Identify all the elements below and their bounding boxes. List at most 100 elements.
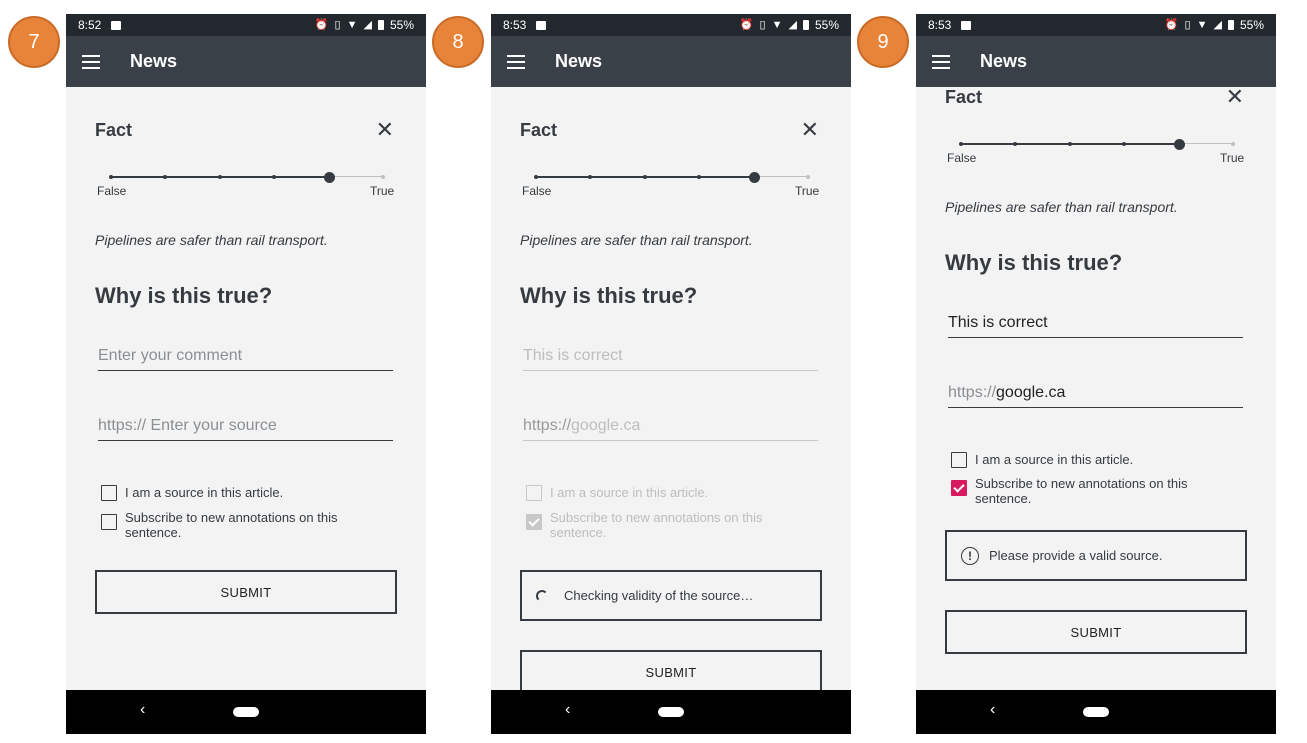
fact-statement: Pipelines are safer than rail transport.: [945, 199, 1178, 215]
source-checkbox[interactable]: [101, 485, 117, 501]
comment-value: This is correct: [523, 347, 623, 364]
source-checkbox-label: I am a source in this article.: [125, 485, 284, 500]
step-badge-8: 8: [432, 16, 484, 68]
slider-tick: [697, 175, 701, 179]
comment-input[interactable]: This is correct: [948, 312, 1243, 338]
alert-icon: !: [961, 546, 979, 565]
submit-button[interactable]: SUBMIT: [95, 570, 397, 614]
source-input[interactable]: https://google.ca: [948, 382, 1243, 408]
comment-input[interactable]: Enter your comment: [98, 345, 393, 371]
alarm-icon: ⏰: [314, 18, 329, 31]
truth-slider[interactable]: [534, 171, 810, 183]
home-icon[interactable]: [1083, 707, 1109, 717]
question-heading: Why is this true?: [95, 283, 273, 308]
truth-slider[interactable]: [109, 171, 385, 183]
source-checkbox-row[interactable]: I am a source in this article.: [951, 452, 1211, 468]
app-title: News: [980, 51, 1028, 71]
source-placeholder: Enter your source: [146, 417, 277, 434]
app-title: News: [555, 51, 603, 71]
back-icon[interactable]: ‹: [990, 701, 995, 719]
menu-icon[interactable]: [932, 54, 950, 69]
app-bar: News: [491, 36, 851, 87]
truth-slider[interactable]: [959, 138, 1235, 150]
battery-icon: [802, 20, 809, 30]
fact-panel: Fact ✕ False True Pipelines are safer th…: [916, 87, 1276, 690]
battery-icon: [1227, 20, 1234, 30]
home-icon[interactable]: [233, 707, 259, 717]
status-time: 8:52: [78, 18, 102, 32]
subscribe-checkbox-row[interactable]: Subscribe to new annotations on this sen…: [526, 510, 786, 540]
close-icon[interactable]: ✕: [1226, 87, 1244, 108]
submit-button[interactable]: SUBMIT: [945, 610, 1247, 654]
source-checkbox-row[interactable]: I am a source in this article.: [526, 485, 786, 501]
source-prefix: https://: [948, 384, 997, 401]
loading-spinner-icon: [536, 589, 548, 602]
slider-tick: [1122, 142, 1126, 146]
source-checkbox-row[interactable]: I am a source in this article.: [101, 485, 361, 501]
slider-tick: [272, 175, 276, 179]
battery-percent: 55%: [814, 18, 839, 32]
source-checkbox[interactable]: [526, 485, 542, 501]
app-title: News: [130, 51, 178, 71]
home-icon[interactable]: [658, 707, 684, 717]
step-badge-7: 7: [8, 16, 60, 68]
fact-statement: Pipelines are safer than rail transport.: [520, 232, 753, 248]
slider-min-label: False: [97, 184, 127, 198]
status-time: 8:53: [503, 18, 527, 32]
step-badge-9: 9: [857, 16, 909, 68]
alarm-icon: ⏰: [739, 18, 754, 31]
close-icon[interactable]: ✕: [376, 119, 394, 141]
wifi-icon: ▼: [771, 18, 783, 31]
comment-input[interactable]: This is correct: [523, 345, 818, 371]
phone-screen-7: 8:52 ⏰ ▯ ▼ ◢ 55% News Fact ✕ False True …: [66, 14, 426, 734]
menu-icon[interactable]: [507, 54, 525, 69]
comment-value: This is correct: [948, 314, 1048, 331]
fact-label: Fact: [95, 120, 133, 140]
vibrate-icon: ▯: [1184, 18, 1191, 31]
menu-icon[interactable]: [82, 54, 100, 69]
fact-statement: Pipelines are safer than rail transport.: [95, 232, 328, 248]
back-icon[interactable]: ‹: [140, 701, 145, 719]
status-bar: 8:53 ⏰ ▯ ▼ ◢ 55%: [916, 14, 1276, 36]
subscribe-checkbox-label: Subscribe to new annotations on this sen…: [550, 510, 763, 540]
vibrate-icon: ▯: [759, 18, 766, 31]
wifi-icon: ▼: [1196, 18, 1208, 31]
alarm-icon: ⏰: [1164, 18, 1179, 31]
close-icon[interactable]: ✕: [801, 119, 819, 141]
slider-tick: [163, 175, 167, 179]
back-icon[interactable]: ‹: [565, 701, 570, 719]
subscribe-checkbox-row[interactable]: Subscribe to new annotations on this sen…: [951, 476, 1211, 506]
app-bar: News: [66, 36, 426, 87]
submit-button[interactable]: SUBMIT: [520, 650, 822, 690]
system-nav-bar: ‹: [916, 690, 1276, 734]
signal-icon: ◢: [788, 18, 797, 31]
checking-status-box: Checking validity of the source…: [520, 570, 822, 621]
source-checkbox-label: I am a source in this article.: [975, 452, 1134, 467]
slider-thumb[interactable]: [324, 172, 335, 183]
slider-tick: [534, 175, 538, 179]
subscribe-checkbox[interactable]: [101, 514, 117, 530]
source-value: google.ca: [996, 384, 1066, 401]
slider-thumb[interactable]: [1174, 139, 1185, 150]
subscribe-checkbox[interactable]: [526, 514, 542, 530]
error-message-text: Please provide a valid source.: [989, 548, 1163, 563]
source-checkbox[interactable]: [951, 452, 967, 468]
subscribe-checkbox[interactable]: [951, 480, 967, 496]
source-input[interactable]: https:// Enter your source: [98, 415, 393, 441]
slider-tick: [381, 175, 385, 179]
battery-icon: [377, 20, 384, 30]
subscribe-checkbox-row[interactable]: Subscribe to new annotations on this sen…: [101, 510, 361, 540]
source-checkbox-label: I am a source in this article.: [550, 485, 709, 500]
source-input[interactable]: https://google.ca: [523, 415, 818, 441]
slider-tick: [1231, 142, 1235, 146]
subscribe-checkbox-label: Subscribe to new annotations on this sen…: [975, 476, 1188, 506]
slider-thumb[interactable]: [749, 172, 760, 183]
question-heading: Why is this true?: [520, 283, 698, 308]
fact-label: Fact: [520, 120, 558, 140]
source-value: google.ca: [571, 417, 641, 434]
fact-label: Fact: [945, 87, 983, 107]
slider-min-label: False: [522, 184, 552, 198]
battery-percent: 55%: [1239, 18, 1264, 32]
comment-placeholder: Enter your comment: [98, 347, 243, 364]
error-message-box: ! Please provide a valid source.: [945, 530, 1247, 581]
